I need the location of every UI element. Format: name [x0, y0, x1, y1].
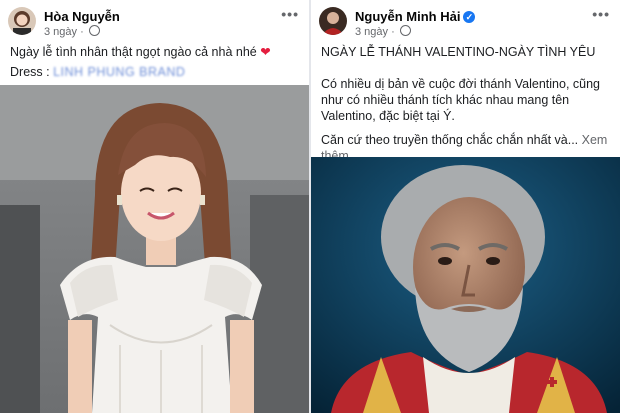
dress-label: Dress :: [10, 65, 50, 79]
post-meta: 3 ngày ·: [355, 25, 411, 38]
globe-icon: [88, 25, 100, 36]
caption-text: Ngày lễ tình nhân thật ngọt ngào cả nhà …: [10, 45, 257, 59]
avatar[interactable]: [319, 7, 347, 35]
avatar-image: [8, 7, 36, 35]
avatar-image: [319, 7, 347, 35]
more-options-icon[interactable]: •••: [592, 6, 610, 22]
post-header: Hòa Nguyễn 3 ngày · •••: [8, 6, 303, 38]
post-caption: Ngày lễ tình nhân thật ngọt ngào cả nhà …: [10, 44, 299, 60]
verified-badge-icon: ✓: [463, 11, 476, 23]
post-time[interactable]: 3 ngày: [355, 26, 388, 38]
heart-emoji-icon: ❤: [260, 45, 271, 59]
post-card-right: Nguyễn Minh Hải ✓ 3 ngày · ••• NGÀY LỄ TH…: [311, 0, 620, 413]
post-paragraph-1: Có nhiều dị bản về cuộc đời thánh Valent…: [321, 77, 600, 123]
screenshot-collage: Hòa Nguyễn 3 ngày · ••• Ngày lễ tình nhâ…: [0, 0, 620, 413]
author-name-text[interactable]: Nguyễn Minh Hải: [355, 9, 460, 24]
post-card-left: Hòa Nguyễn 3 ngày · ••• Ngày lễ tình nhâ…: [0, 0, 309, 413]
paragraph-2-text: Căn cứ theo truyền thống chắc chắn nhất …: [321, 133, 579, 147]
avatar[interactable]: [8, 7, 36, 35]
post-photo-left[interactable]: [0, 85, 309, 413]
post-photo-right[interactable]: [311, 157, 620, 413]
post-dress-line: Dress : LINH PHUNG BRAND: [10, 64, 299, 80]
post-header: Nguyễn Minh Hải ✓ 3 ngày · •••: [319, 6, 614, 38]
author-name[interactable]: Hòa Nguyễn: [44, 9, 120, 24]
woman-photo: [0, 85, 309, 413]
post-time[interactable]: 3 ngày: [44, 26, 77, 38]
post-title: NGÀY LỄ THÁNH VALENTINO-NGÀY TÌNH YÊU: [321, 45, 596, 59]
post-meta: 3 ngày ·: [44, 25, 100, 38]
author-name: Nguyễn Minh Hải ✓: [355, 9, 476, 24]
more-options-icon[interactable]: •••: [281, 6, 299, 22]
globe-icon: [399, 25, 411, 36]
dress-brand-link[interactable]: LINH PHUNG BRAND: [53, 65, 185, 79]
saint-valentine-portrait: [311, 157, 620, 413]
